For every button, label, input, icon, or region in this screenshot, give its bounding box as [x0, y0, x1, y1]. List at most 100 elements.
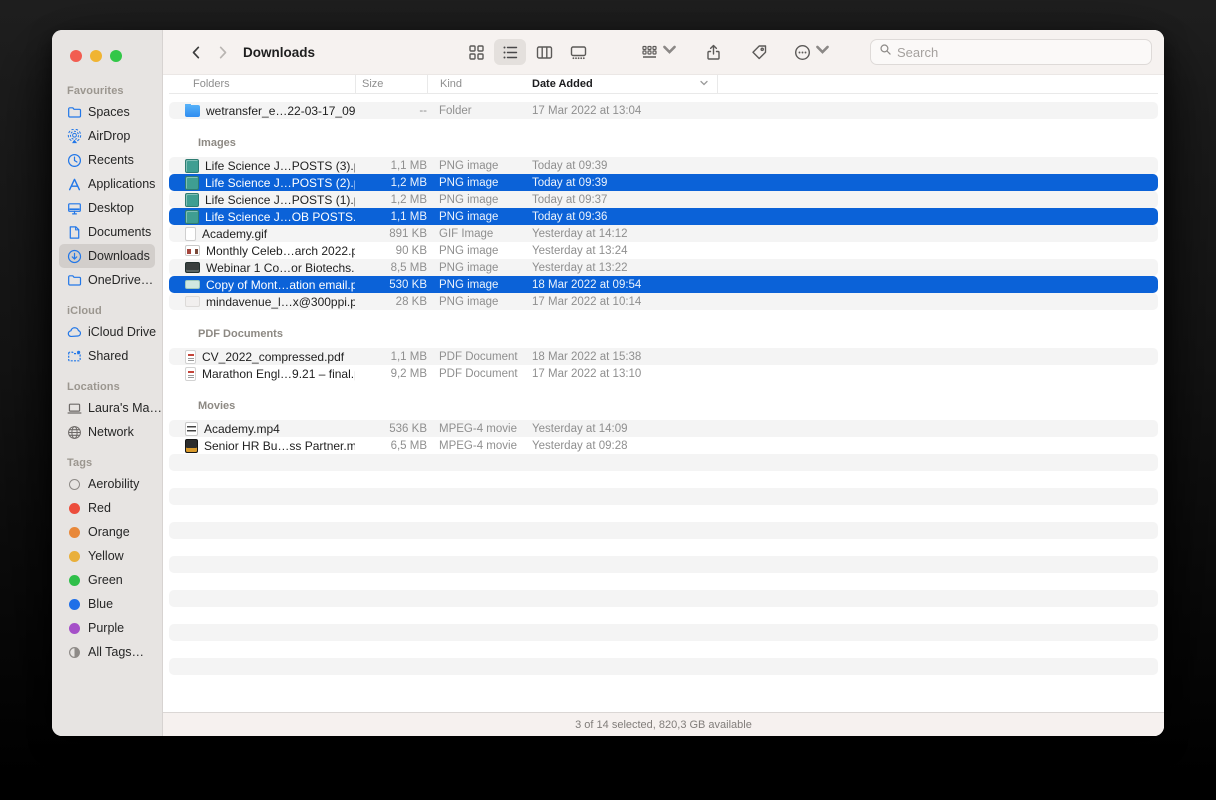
file-name: Life Science J…OB POSTS.png — [205, 210, 355, 224]
file-kind: PDF Document — [427, 368, 527, 380]
file-row[interactable]: CV_2022_compressed.pdf1,1 MBPDF Document… — [169, 348, 1158, 365]
document-icon — [66, 224, 82, 240]
folder-icon — [66, 272, 82, 288]
empty-list-stripe — [169, 641, 1158, 658]
sidebar-item-purple[interactable]: Purple — [59, 616, 155, 640]
toolbar-actions — [636, 39, 836, 65]
empty-list-stripe — [169, 488, 1158, 505]
tag-button[interactable] — [743, 39, 775, 65]
empty-list-stripe — [169, 471, 1158, 488]
file-name: Marathon Engl…9.21 – final.pdf — [202, 367, 355, 381]
sidebar-item-laura-s-ma-[interactable]: Laura's Ma… — [59, 396, 155, 420]
sidebar-section-title: Locations — [52, 381, 162, 396]
sidebar-item-orange[interactable]: Orange — [59, 520, 155, 544]
list-view-button[interactable] — [494, 39, 526, 65]
back-button[interactable] — [183, 39, 209, 65]
sidebar-section-title: iCloud — [52, 305, 162, 320]
file-name: Academy.mp4 — [204, 422, 280, 436]
file-row[interactable]: Copy of Mont…ation email.png530 KBPNG im… — [169, 276, 1158, 293]
sidebar-item-label: Desktop — [88, 201, 134, 215]
file-thumbnail-icon — [185, 439, 198, 453]
sidebar-item-green[interactable]: Green — [59, 568, 155, 592]
sidebar-item-icloud-drive[interactable]: iCloud Drive — [59, 320, 155, 344]
file-row[interactable]: mindavenue_l…x@300ppi.png28 KBPNG image1… — [169, 293, 1158, 310]
column-header-date-added[interactable]: Date Added — [527, 78, 717, 91]
circle-icon — [66, 572, 82, 588]
file-thumbnail-icon — [185, 193, 199, 207]
file-kind: PNG image — [427, 245, 527, 257]
icon-view-button[interactable] — [460, 39, 492, 65]
file-row[interactable]: Life Science J…POSTS (3).png1,1 MBPNG im… — [169, 157, 1158, 174]
file-thumbnail-icon — [185, 280, 200, 289]
sidebar-item-label: Red — [88, 501, 111, 515]
sidebar-item-all-tags-[interactable]: All Tags… — [59, 640, 155, 664]
sort-chevron-down-icon[interactable] — [699, 78, 709, 91]
circle-icon — [66, 620, 82, 636]
sidebar-item-airdrop[interactable]: AirDrop — [59, 124, 155, 148]
circle-outline-icon — [66, 476, 82, 492]
sidebar-item-downloads[interactable]: Downloads — [59, 244, 155, 268]
sidebar-item-blue[interactable]: Blue — [59, 592, 155, 616]
file-name: mindavenue_l…x@300ppi.png — [206, 295, 355, 309]
file-row[interactable]: wetransfer_e…22-03-17_0932--Folder17 Mar… — [169, 102, 1158, 119]
folder-icon — [66, 104, 82, 120]
gallery-view-button[interactable] — [562, 39, 594, 65]
file-row[interactable]: Life Science J…POSTS (1).png1,2 MBPNG im… — [169, 191, 1158, 208]
sidebar-item-documents[interactable]: Documents — [59, 220, 155, 244]
sidebar-item-red[interactable]: Red — [59, 496, 155, 520]
sidebar-item-recents[interactable]: Recents — [59, 148, 155, 172]
zoom-button[interactable] — [110, 50, 122, 62]
file-row[interactable]: Marathon Engl…9.21 – final.pdf9,2 MBPDF … — [169, 365, 1158, 382]
file-name: Webinar 1 Co…or Biotechs.png — [206, 261, 355, 275]
close-button[interactable] — [70, 50, 82, 62]
file-name: wetransfer_e…22-03-17_0932 — [206, 104, 355, 118]
file-row[interactable]: Academy.gif891 KBGIF ImageYesterday at 1… — [169, 225, 1158, 242]
sidebar-item-applications[interactable]: Applications — [59, 172, 155, 196]
applications-icon — [66, 176, 82, 192]
forward-button[interactable] — [209, 39, 235, 65]
clock-icon — [66, 152, 82, 168]
file-thumbnail-icon — [185, 227, 196, 241]
sidebar-section-icloud: iCloudiCloud Drive Shared — [52, 305, 162, 368]
file-row[interactable]: Life Science J…OB POSTS.png1,1 MBPNG ima… — [169, 208, 1158, 225]
file-date-added: Today at 09:37 — [527, 194, 1158, 206]
column-view-button[interactable] — [528, 39, 560, 65]
minimize-button[interactable] — [90, 50, 102, 62]
file-thumbnail-icon — [185, 262, 200, 273]
more-button[interactable] — [789, 39, 836, 65]
sidebar-item-label: All Tags… — [88, 645, 144, 659]
group-button[interactable] — [636, 39, 683, 65]
file-date-added: Today at 09:36 — [527, 211, 1158, 223]
circle-icon — [66, 524, 82, 540]
sidebar-item-yellow[interactable]: Yellow — [59, 544, 155, 568]
file-size: 1,1 MB — [355, 160, 427, 172]
sidebar-item-onedrive-[interactable]: OneDrive… — [59, 268, 155, 292]
file-size: 90 KB — [355, 245, 427, 257]
column-header-kind[interactable]: Kind — [427, 75, 527, 93]
sidebar-item-network[interactable]: Network — [59, 420, 155, 444]
file-kind: Folder — [427, 105, 527, 117]
column-header-size[interactable]: Size — [355, 75, 427, 93]
sidebar-item-spaces[interactable]: Spaces — [59, 100, 155, 124]
airdrop-icon — [66, 128, 82, 144]
sidebar-item-desktop[interactable]: Desktop — [59, 196, 155, 220]
column-header-name[interactable]: Folders — [169, 78, 355, 90]
sidebar-item-label: Shared — [88, 349, 128, 363]
sidebar-item-label: Green — [88, 573, 123, 587]
share-button[interactable] — [697, 39, 729, 65]
empty-list-stripe — [169, 658, 1158, 675]
file-row[interactable]: Academy.mp4536 KBMPEG-4 movieYesterday a… — [169, 420, 1158, 437]
sidebar-item-shared[interactable]: Shared — [59, 344, 155, 368]
window-controls — [52, 44, 162, 72]
search-field[interactable] — [870, 39, 1152, 65]
sidebar-item-aerobility[interactable]: Aerobility — [59, 472, 155, 496]
file-row[interactable]: Webinar 1 Co…or Biotechs.png8,5 MBPNG im… — [169, 259, 1158, 276]
file-kind: MPEG-4 movie — [427, 440, 527, 452]
file-row[interactable]: Senior HR Bu…ss Partner.mp46,5 MBMPEG-4 … — [169, 437, 1158, 454]
file-row[interactable]: Life Science J…POSTS (2).png1,2 MBPNG im… — [169, 174, 1158, 191]
file-thumbnail-icon — [185, 296, 200, 307]
globe-icon — [66, 424, 82, 440]
search-input[interactable] — [897, 45, 1143, 60]
file-row[interactable]: Monthly Celeb…arch 2022.png90 KBPNG imag… — [169, 242, 1158, 259]
file-size: 28 KB — [355, 296, 427, 308]
